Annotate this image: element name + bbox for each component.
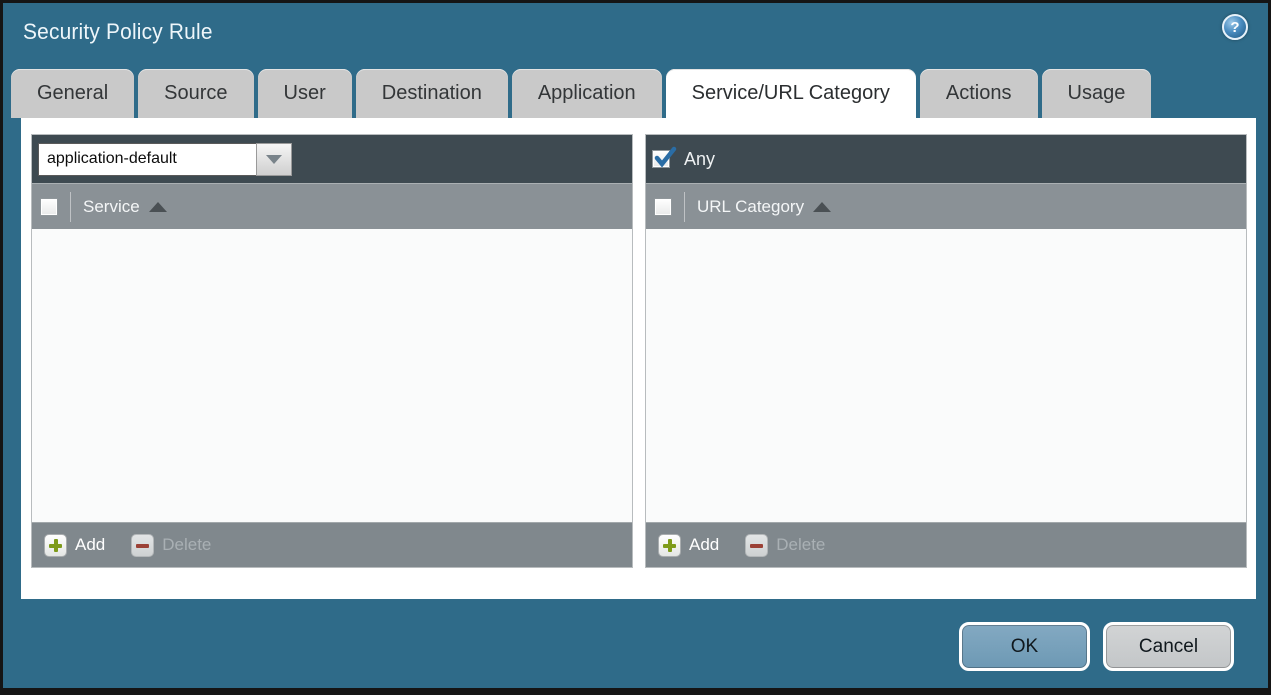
checkmark-icon [654, 146, 677, 168]
tab-destination[interactable]: Destination [355, 69, 508, 118]
url-category-toolbar: Any [646, 135, 1246, 183]
url-category-column-header[interactable]: URL Category [697, 196, 832, 217]
url-category-add-button[interactable]: Add [658, 533, 720, 557]
service-delete-button[interactable]: Delete [131, 533, 212, 557]
url-category-delete-button[interactable]: Delete [745, 533, 826, 557]
chevron-down-icon [266, 154, 282, 164]
help-icon[interactable]: ? [1222, 14, 1248, 40]
add-plus-icon [44, 533, 67, 557]
service-list [32, 229, 632, 522]
dialog-title: Security Policy Rule [23, 19, 213, 44]
service-delete-label: Delete [162, 535, 212, 554]
tab-source[interactable]: Source [138, 69, 254, 118]
tab-general[interactable]: General [11, 69, 135, 118]
service-column-header[interactable]: Service [83, 197, 167, 217]
column-separator [70, 191, 71, 222]
any-label: Any [684, 148, 716, 169]
url-category-select-all-checkbox[interactable] [654, 197, 672, 216]
url-category-add-label: Add [689, 535, 720, 554]
dialog-titlebar: Security Policy Rule ? [3, 3, 1268, 66]
url-category-table-header: URL Category [646, 183, 1246, 229]
service-type-input[interactable] [38, 142, 256, 176]
url-category-footer: Add Delete [646, 522, 1246, 567]
service-column-label: Service [83, 196, 140, 216]
service-footer: Add Delete [32, 522, 632, 567]
url-category-delete-label: Delete [776, 535, 826, 554]
service-select-all-checkbox[interactable] [40, 197, 58, 216]
tab-service-url-category[interactable]: Service/URL Category [665, 69, 916, 118]
ok-button[interactable]: OK [959, 622, 1090, 671]
delete-minus-icon [131, 533, 155, 557]
sort-ascending-icon [813, 201, 832, 212]
url-category-list [646, 229, 1246, 522]
column-separator [684, 191, 685, 222]
service-toolbar [32, 135, 632, 183]
tab-bar: General Source User Destination Applicat… [11, 69, 1260, 118]
cancel-button[interactable]: Cancel [1103, 622, 1234, 671]
service-table-header: Service [32, 183, 632, 229]
tab-application[interactable]: Application [511, 69, 662, 118]
service-add-label: Add [75, 535, 106, 554]
tab-user[interactable]: User [257, 69, 352, 118]
tab-usage[interactable]: Usage [1041, 69, 1152, 118]
add-plus-icon [658, 533, 681, 557]
delete-minus-icon [745, 533, 769, 557]
help-glyph: ? [1230, 18, 1240, 36]
sort-ascending-icon [148, 201, 167, 212]
service-add-button[interactable]: Add [44, 533, 106, 557]
tab-actions[interactable]: Actions [919, 69, 1038, 118]
service-panel: Service Add Delete [31, 134, 633, 568]
url-category-panel: Any URL Category Add Delete [645, 134, 1247, 568]
service-type-dropdown-button[interactable] [256, 142, 292, 176]
tab-content-service-url-category: Service Add Delete Any [21, 118, 1256, 599]
url-category-column-label: URL Category [697, 196, 805, 216]
dialog-button-row: OK Cancel [959, 622, 1234, 671]
service-type-combo [38, 142, 292, 176]
any-checkbox[interactable] [652, 146, 677, 168]
